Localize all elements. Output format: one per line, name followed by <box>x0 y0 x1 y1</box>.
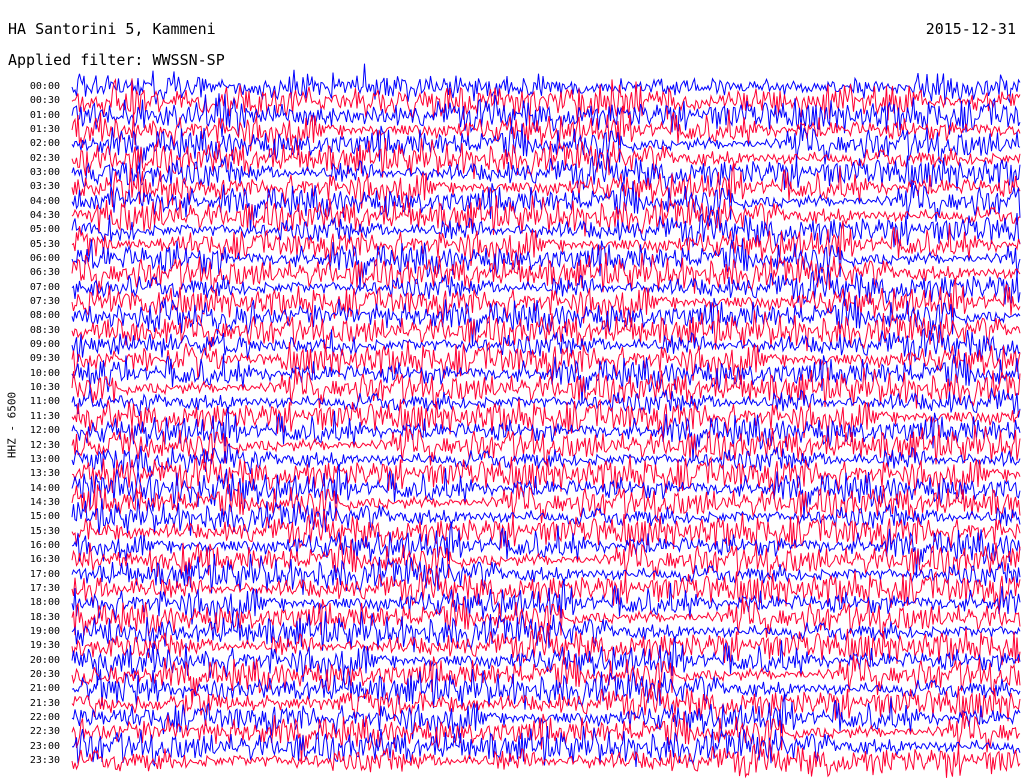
seismic-trace <box>71 711 1021 762</box>
helicorder-plot <box>71 63 1021 779</box>
seismic-trace <box>71 568 1021 610</box>
seismic-trace <box>71 63 1021 105</box>
